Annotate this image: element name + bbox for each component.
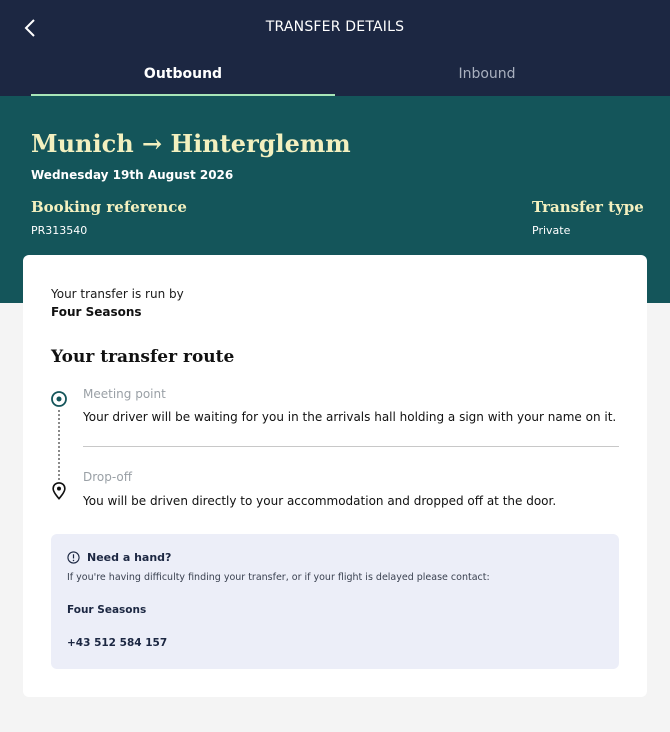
dropoff-label: Drop-off bbox=[83, 470, 133, 484]
booking-reference-label: Booking reference bbox=[31, 198, 187, 216]
map-pin-icon bbox=[52, 482, 66, 500]
transfer-date: Wednesday 19th August 2026 bbox=[31, 168, 234, 182]
route-title: Munich → Hinterglemm bbox=[31, 129, 351, 158]
operator-name: Four Seasons bbox=[51, 305, 142, 319]
page-title: TRANSFER DETAILS bbox=[265, 19, 405, 35]
help-text: If you're having difficulty finding your… bbox=[67, 572, 490, 583]
top-bar: TRANSFER DETAILS Outbound Inbound bbox=[0, 0, 670, 96]
booking-reference-value: PR313540 bbox=[31, 224, 88, 237]
transfer-type-value: Private bbox=[532, 224, 571, 237]
target-icon bbox=[51, 391, 67, 407]
help-title: Need a hand? bbox=[87, 551, 172, 564]
help-company: Four Seasons bbox=[67, 604, 147, 616]
transfer-details-card: Your transfer is run by Four Seasons You… bbox=[23, 255, 647, 697]
help-box: Need a hand? If you're having difficulty… bbox=[51, 534, 619, 669]
info-icon bbox=[67, 551, 80, 564]
help-phone-link[interactable]: +43 512 584 157 bbox=[67, 637, 167, 649]
run-by-label: Your transfer is run by bbox=[51, 287, 184, 301]
dropoff-text: You will be driven directly to your acco… bbox=[83, 494, 557, 508]
tab-inbound[interactable]: Inbound bbox=[335, 66, 639, 96]
route-heading: Your transfer route bbox=[51, 347, 235, 367]
tab-outbound[interactable]: Outbound bbox=[31, 66, 335, 96]
meeting-point-text: Your driver will be waiting for you in t… bbox=[83, 410, 617, 424]
route-connector bbox=[58, 410, 60, 480]
meeting-point-label: Meeting point bbox=[83, 387, 166, 401]
transfer-type-label: Transfer type bbox=[532, 198, 644, 216]
divider bbox=[83, 446, 619, 447]
